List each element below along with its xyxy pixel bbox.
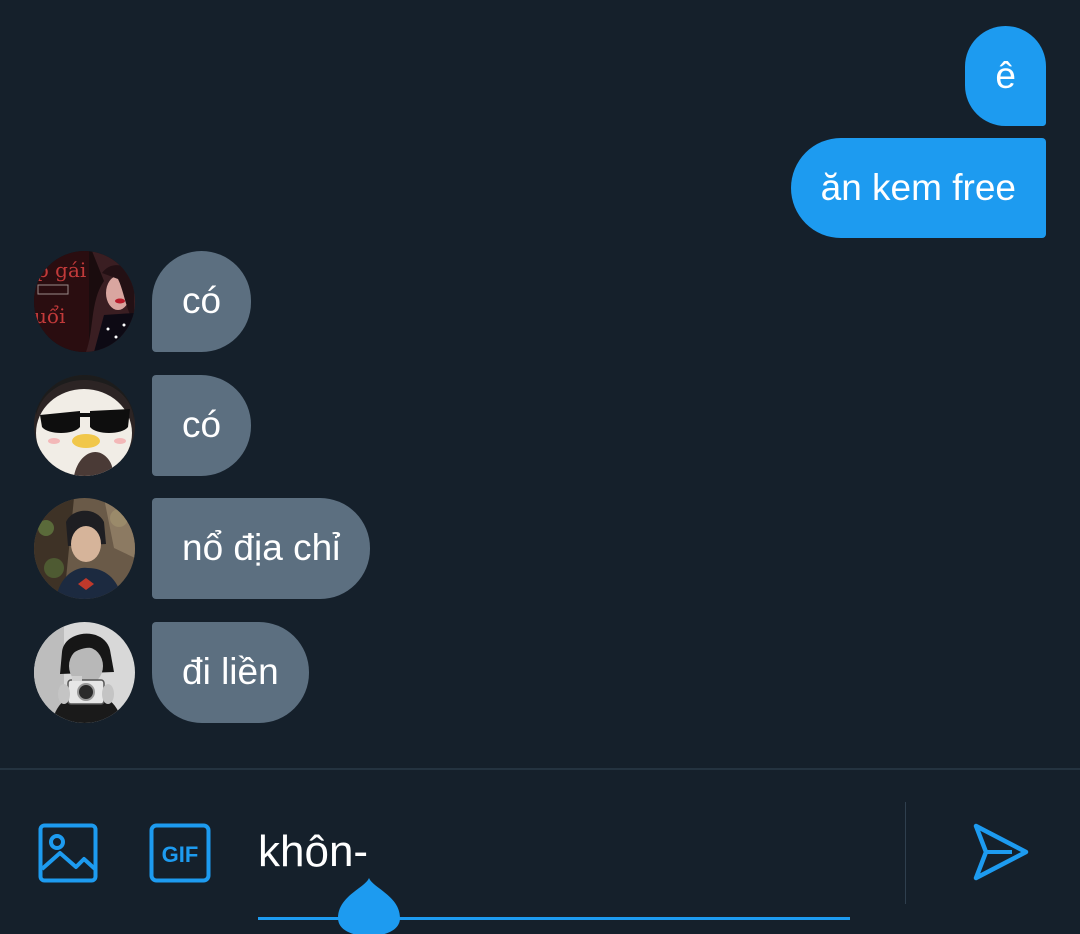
incoming-message-row: nổ địa chỉ bbox=[34, 498, 734, 599]
avatar[interactable] bbox=[34, 622, 135, 723]
composer-divider bbox=[905, 802, 906, 904]
incoming-message-row: đi liền bbox=[34, 622, 734, 723]
incoming-message[interactable]: đi liền bbox=[152, 622, 309, 723]
message-input[interactable]: khôn- bbox=[258, 826, 368, 878]
message-composer: GIF khôn- bbox=[0, 768, 1080, 934]
message-text: nổ địa chỉ bbox=[182, 527, 341, 568]
outgoing-message[interactable]: ê bbox=[965, 26, 1046, 126]
gif-icon[interactable]: GIF bbox=[149, 823, 211, 883]
dm-conversation-screen: ê ăn kem free p gái uổi có có nổ địa chỉ… bbox=[0, 0, 1080, 934]
message-text: ăn kem free bbox=[820, 167, 1016, 208]
incoming-message[interactable]: có bbox=[152, 375, 252, 476]
gif-label: GIF bbox=[162, 842, 199, 867]
message-text: ê bbox=[995, 55, 1016, 96]
outgoing-message[interactable]: ăn kem free bbox=[790, 138, 1046, 238]
send-icon[interactable] bbox=[972, 822, 1030, 882]
text-cursor-handle[interactable] bbox=[338, 878, 400, 934]
incoming-message[interactable]: có bbox=[152, 251, 252, 352]
svg-text:p gái: p gái bbox=[36, 258, 86, 282]
avatar[interactable] bbox=[34, 375, 135, 476]
avatar[interactable] bbox=[34, 498, 135, 599]
incoming-message[interactable]: nổ địa chỉ bbox=[152, 498, 371, 599]
message-text: có bbox=[182, 404, 222, 445]
image-icon[interactable] bbox=[38, 823, 98, 883]
message-text: đi liền bbox=[182, 651, 279, 692]
svg-text:uổi: uổi bbox=[34, 304, 66, 328]
incoming-message-row: có bbox=[34, 375, 734, 476]
incoming-message-row: p gái uổi có bbox=[34, 251, 734, 352]
avatar[interactable]: p gái uổi bbox=[34, 251, 135, 352]
message-text: có bbox=[182, 280, 222, 321]
